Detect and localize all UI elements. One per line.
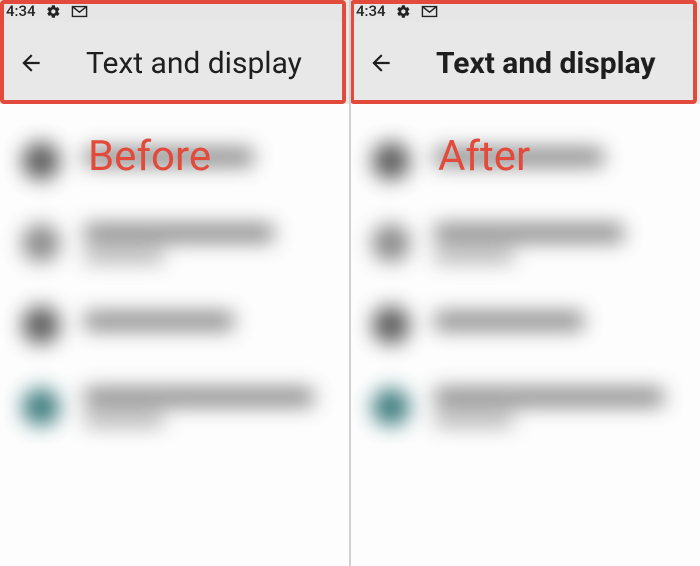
settings-list-blurred	[0, 120, 350, 566]
list-item	[0, 366, 350, 448]
back-arrow-icon	[368, 50, 394, 76]
list-item	[350, 202, 700, 284]
status-clock: 4:34	[6, 2, 36, 20]
before-panel: 4:34 Text and display Before	[0, 0, 350, 566]
after-caption: After	[438, 132, 530, 181]
after-panel: 4:34 Text and display After	[350, 0, 700, 566]
list-item	[350, 366, 700, 448]
list-item	[0, 284, 350, 366]
page-title: Text and display	[86, 46, 302, 81]
gear-icon	[396, 4, 411, 19]
gmail-icon	[71, 5, 88, 18]
gear-icon	[46, 4, 61, 19]
before-caption: Before	[88, 132, 211, 181]
panel-divider	[349, 0, 351, 566]
status-bar: 4:34	[350, 0, 700, 22]
page-title: Text and display	[436, 46, 656, 81]
back-button[interactable]	[14, 46, 48, 80]
status-clock: 4:34	[356, 2, 386, 20]
back-button[interactable]	[364, 46, 398, 80]
status-bar: 4:34	[0, 0, 350, 22]
comparison-stage: 4:34 Text and display Before 4:34	[0, 0, 700, 566]
app-bar: Text and display	[0, 22, 350, 104]
list-item	[350, 284, 700, 366]
list-item	[0, 202, 350, 284]
gmail-icon	[421, 5, 438, 18]
settings-list-blurred	[350, 120, 700, 566]
app-bar: Text and display	[350, 22, 700, 104]
back-arrow-icon	[18, 50, 44, 76]
